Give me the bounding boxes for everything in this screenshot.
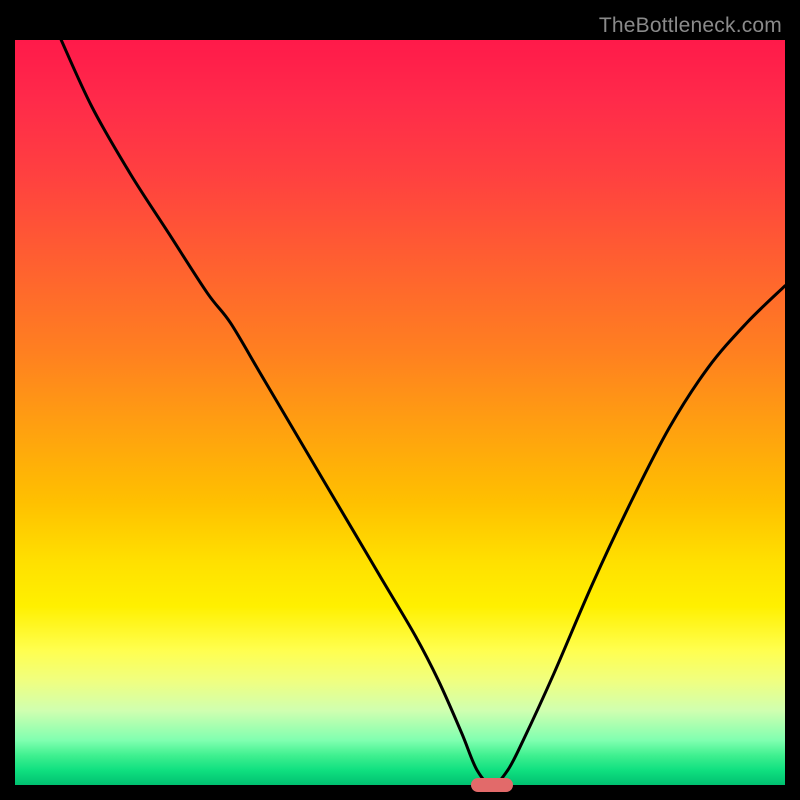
bottleneck-curve-path [61, 40, 785, 785]
watermark-text: TheBottleneck.com [599, 14, 782, 38]
plot-area [15, 40, 785, 785]
curve-svg [15, 40, 785, 785]
chart-container: TheBottleneck.com [0, 0, 800, 800]
minimum-marker [471, 778, 513, 792]
